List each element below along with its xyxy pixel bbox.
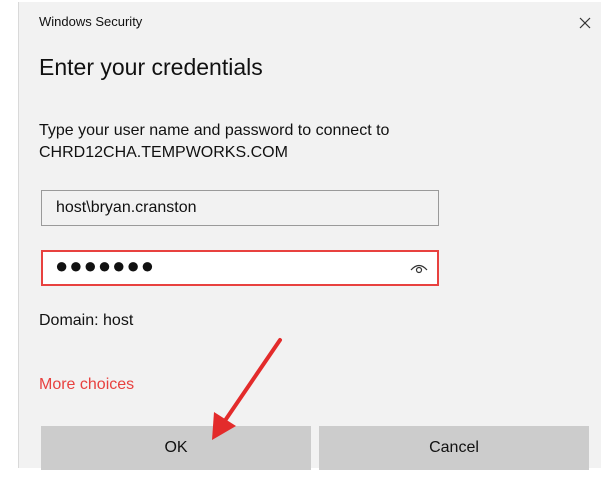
- window-title: Windows Security: [39, 14, 143, 29]
- close-button[interactable]: [568, 8, 601, 38]
- more-choices-link[interactable]: More choices: [39, 376, 134, 394]
- message-line-2: CHRD12CHA.TEMPWORKS.COM: [39, 144, 288, 161]
- dialog-message: Type your user name and password to conn…: [39, 120, 559, 164]
- reveal-password-button[interactable]: [409, 260, 429, 276]
- close-icon: [579, 17, 591, 29]
- password-masked-value: ●●●●●●●: [55, 253, 156, 278]
- message-line-1: Type your user name and password to conn…: [39, 122, 390, 139]
- cancel-button[interactable]: Cancel: [319, 426, 589, 470]
- dialog-heading: Enter your credentials: [39, 54, 263, 80]
- ok-button[interactable]: OK: [41, 426, 311, 470]
- username-field[interactable]: host\bryan.cranston: [41, 190, 439, 226]
- eye-icon: [410, 264, 428, 274]
- domain-label: Domain: host: [39, 312, 134, 329]
- credentials-dialog: Windows Security Enter your credentials …: [18, 2, 601, 470]
- password-field[interactable]: ●●●●●●●: [41, 250, 439, 286]
- username-value: host\bryan.cranston: [56, 199, 197, 216]
- screenshot-page: Windows Security Enter your credentials …: [0, 0, 601, 486]
